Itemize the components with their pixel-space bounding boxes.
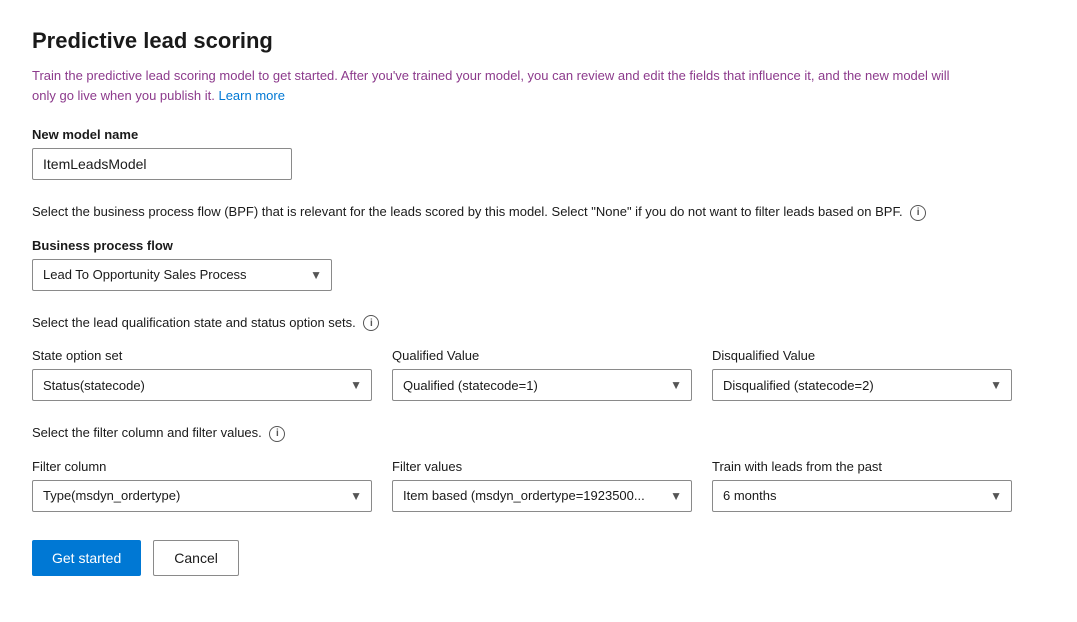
filter-column-select[interactable]: Type(msdyn_ordertype) xyxy=(32,480,372,512)
intro-body: Train the predictive lead scoring model … xyxy=(32,68,950,103)
state-option-set-wrapper: Status(statecode) ▼ xyxy=(32,369,372,401)
filter-values-field: Filter values Item based (msdyn_ordertyp… xyxy=(392,459,692,512)
bpf-select-wrapper: None Lead To Opportunity Sales Process P… xyxy=(32,259,332,291)
bpf-section: Select the business process flow (BPF) t… xyxy=(32,202,1045,291)
model-name-label: New model name xyxy=(32,127,1045,142)
bpf-select[interactable]: None Lead To Opportunity Sales Process P… xyxy=(32,259,332,291)
button-row: Get started Cancel xyxy=(32,540,1045,576)
filter-column-wrapper: Type(msdyn_ordertype) ▼ xyxy=(32,480,372,512)
train-past-wrapper: 1 month 3 months 6 months 12 months 24 m… xyxy=(712,480,1012,512)
disqualified-value-label: Disqualified Value xyxy=(712,348,1012,363)
qualified-value-label: Qualified Value xyxy=(392,348,692,363)
filter-values-wrapper: Item based (msdyn_ordertype=1923500... ▼ xyxy=(392,480,692,512)
bpf-label: Business process flow xyxy=(32,238,1045,253)
train-past-label: Train with leads from the past xyxy=(712,459,1012,474)
disqualified-value-wrapper: Disqualified (statecode=2) ▼ xyxy=(712,369,1012,401)
state-option-set-field: State option set Status(statecode) ▼ xyxy=(32,348,372,401)
intro-text: Train the predictive lead scoring model … xyxy=(32,66,952,105)
qualification-grid: State option set Status(statecode) ▼ Qua… xyxy=(32,348,1045,401)
train-past-field: Train with leads from the past 1 month 3… xyxy=(712,459,1012,512)
train-past-select[interactable]: 1 month 3 months 6 months 12 months 24 m… xyxy=(712,480,1012,512)
qualified-value-wrapper: Qualified (statecode=1) ▼ xyxy=(392,369,692,401)
filter-column-label: Filter column xyxy=(32,459,372,474)
qualification-section: Select the lead qualification state and … xyxy=(32,313,1045,402)
filter-values-select[interactable]: Item based (msdyn_ordertype=1923500... xyxy=(392,480,692,512)
state-option-set-select[interactable]: Status(statecode) xyxy=(32,369,372,401)
state-option-set-label: State option set xyxy=(32,348,372,363)
page-title: Predictive lead scoring xyxy=(32,28,1045,54)
disqualified-value-select[interactable]: Disqualified (statecode=2) xyxy=(712,369,1012,401)
filter-section: Select the filter column and filter valu… xyxy=(32,423,1045,512)
qualified-value-field: Qualified Value Qualified (statecode=1) … xyxy=(392,348,692,401)
qualification-info-icon[interactable]: i xyxy=(363,315,379,331)
filter-info-icon[interactable]: i xyxy=(269,426,285,442)
model-name-section: New model name xyxy=(32,127,1045,180)
bpf-description: Select the business process flow (BPF) t… xyxy=(32,202,992,222)
disqualified-value-field: Disqualified Value Disqualified (stateco… xyxy=(712,348,1012,401)
get-started-button[interactable]: Get started xyxy=(32,540,141,576)
qualification-description: Select the lead qualification state and … xyxy=(32,313,992,333)
filter-grid: Filter column Type(msdyn_ordertype) ▼ Fi… xyxy=(32,459,1045,512)
cancel-button[interactable]: Cancel xyxy=(153,540,239,576)
filter-column-field: Filter column Type(msdyn_ordertype) ▼ xyxy=(32,459,372,512)
model-name-input[interactable] xyxy=(32,148,292,180)
learn-more-link[interactable]: Learn more xyxy=(218,88,284,103)
filter-description: Select the filter column and filter valu… xyxy=(32,423,992,443)
bpf-info-icon[interactable]: i xyxy=(910,205,926,221)
qualified-value-select[interactable]: Qualified (statecode=1) xyxy=(392,369,692,401)
filter-values-label: Filter values xyxy=(392,459,692,474)
